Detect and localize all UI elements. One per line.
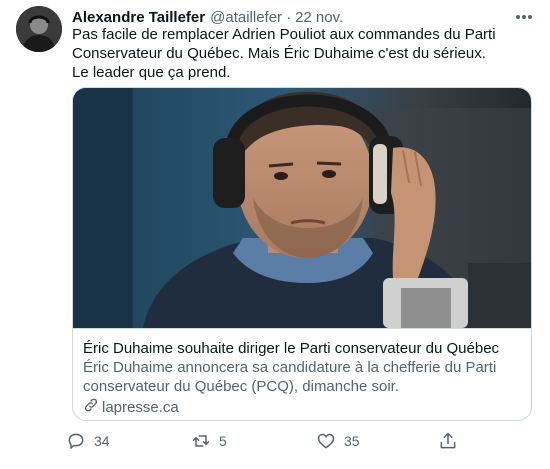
man-with-headphones-photo [73,88,531,328]
link-card[interactable]: Éric Duhaime souhaite diriger le Parti c… [72,87,532,421]
card-description-line: conservateur du Québec (PCQ), dimanche s… [83,378,399,395]
link-icon [83,397,99,419]
like-count: 35 [344,433,360,449]
reply-icon [66,431,86,451]
reply-count: 34 [94,433,110,449]
share-icon [438,431,458,451]
tweet-actions: 34 5 35 [66,428,466,454]
avatar[interactable] [16,6,62,52]
author-name[interactable]: Alexandre Taillefer [72,9,205,26]
tweet[interactable]: Alexandre Taillefer @ataillefer · 22 nov… [0,0,550,469]
card-image[interactable] [73,88,531,328]
retweet-count: 5 [219,433,227,449]
header-separator: · [286,8,292,26]
like-button[interactable]: 35 [316,428,360,454]
tweet-text-line: Pas facile de remplacer Adrien Pouliot a… [72,26,496,43]
reply-button[interactable]: 34 [66,428,110,454]
card-title: Éric Duhaime souhaite diriger le Parti c… [83,340,500,357]
retweet-button[interactable]: 5 [191,428,227,454]
card-description-line: Éric Duhaime annoncera sa candidature à … [83,359,497,376]
card-description: Éric Duhaime annoncera sa candidature à … [83,358,521,396]
tweet-timestamp[interactable]: 22 nov. [295,9,343,26]
tweet-text-line: Conservateur du Québec. Mais Éric Duhaim… [72,45,486,62]
heart-icon [316,431,336,451]
author-handle[interactable]: @ataillefer [210,9,282,26]
more-dots-icon[interactable] [512,6,536,28]
avatar-image [16,6,62,52]
tweet-text: Pas facile de remplacer Adrien Pouliot a… [72,25,496,82]
tweet-text-line: Le leader que ça prend. [72,64,231,81]
share-button[interactable] [438,428,458,454]
retweet-icon [191,431,211,451]
card-domain-text: lapresse.ca [102,399,179,416]
card-domain: lapresse.ca [83,397,521,419]
card-body[interactable]: Éric Duhaime souhaite diriger le Parti c… [73,328,531,419]
